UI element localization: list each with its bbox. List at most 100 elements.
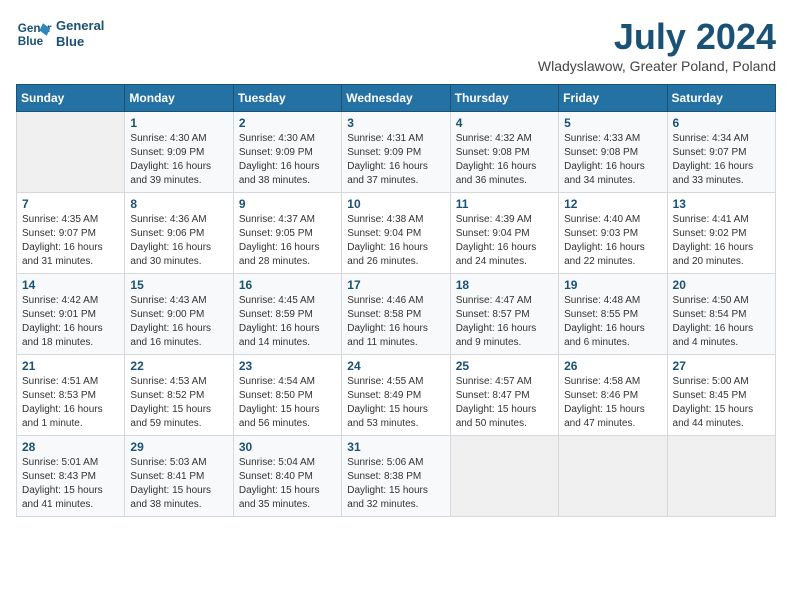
calendar-cell: 17 Sunrise: 4:46 AM Sunset: 8:58 PM Dayli… — [342, 274, 450, 355]
day-info: Sunrise: 4:57 AM Sunset: 8:47 PM Dayligh… — [456, 375, 553, 431]
day-number: 19 — [564, 278, 661, 292]
day-info: Sunrise: 4:43 AM Sunset: 9:00 PM Dayligh… — [130, 294, 227, 350]
day-number: 7 — [22, 197, 119, 211]
day-info: Sunrise: 4:32 AM Sunset: 9:08 PM Dayligh… — [456, 132, 553, 188]
calendar-cell: 29Sunrise: 5:03 AM Sunset: 8:41 PM Dayli… — [125, 436, 233, 517]
calendar-cell: 12Sunrise: 4:40 AM Sunset: 9:03 PM Dayli… — [559, 193, 667, 274]
day-info: Sunrise: 5:04 AM Sunset: 8:40 PM Dayligh… — [239, 456, 336, 512]
day-info: Sunrise: 4:35 AM Sunset: 9:07 PM Dayligh… — [22, 213, 119, 269]
day-number: 25 — [456, 359, 553, 373]
day-info: Sunrise: 4:33 AM Sunset: 9:08 PM Dayligh… — [564, 132, 661, 188]
calendar-cell: 2Sunrise: 4:30 AM Sunset: 9:09 PM Daylig… — [233, 112, 341, 193]
calendar-cell: 20 Sunrise: 4:50 AM Sunset: 8:54 PM Dayli… — [667, 274, 775, 355]
day-info: Sunrise: 4:38 AM Sunset: 9:04 PM Dayligh… — [347, 213, 444, 269]
calendar-cell: 28 Sunrise: 5:01 AM Sunset: 8:43 PM Dayli… — [17, 436, 125, 517]
day-number: 11 — [456, 197, 553, 211]
calendar-cell: 24Sunrise: 4:55 AM Sunset: 8:49 PM Dayli… — [342, 355, 450, 436]
day-info: Sunrise: 5:00 AM Sunset: 8:45 PM Dayligh… — [673, 375, 770, 431]
calendar-cell: 31 Sunrise: 5:06 AM Sunset: 8:38 PM Dayli… — [342, 436, 450, 517]
calendar-cell: 15Sunrise: 4:43 AM Sunset: 9:00 PM Dayli… — [125, 274, 233, 355]
calendar-cell: 22 Sunrise: 4:53 AM Sunset: 8:52 PM Dayli… — [125, 355, 233, 436]
calendar-cell: 19 Sunrise: 4:48 AM Sunset: 8:55 PM Dayli… — [559, 274, 667, 355]
day-number: 29 — [130, 440, 227, 454]
day-info: Sunrise: 4:53 AM Sunset: 8:52 PM Dayligh… — [130, 375, 227, 431]
day-number: 3 — [347, 116, 444, 130]
column-header-saturday: Saturday — [667, 85, 775, 112]
title-area: July 2024 Wladyslawow, Greater Poland, P… — [538, 16, 776, 74]
day-info: Sunrise: 4:47 AM Sunset: 8:57 PM Dayligh… — [456, 294, 553, 350]
day-number: 22 — [130, 359, 227, 373]
day-number: 20 — [673, 278, 770, 292]
calendar-cell: 23 Sunrise: 4:54 AM Sunset: 8:50 PM Dayli… — [233, 355, 341, 436]
calendar-cell: 30 Sunrise: 5:04 AM Sunset: 8:40 PM Dayli… — [233, 436, 341, 517]
column-header-friday: Friday — [559, 85, 667, 112]
column-header-monday: Monday — [125, 85, 233, 112]
day-number: 28 — [22, 440, 119, 454]
day-number: 18 — [456, 278, 553, 292]
calendar-cell: 16 Sunrise: 4:45 AM Sunset: 8:59 PM Dayli… — [233, 274, 341, 355]
logo-text: GeneralBlue — [56, 18, 104, 49]
calendar-week-row: 14 Sunrise: 4:42 AM Sunset: 9:01 PM Dayli… — [17, 274, 776, 355]
day-number: 14 — [22, 278, 119, 292]
day-number: 26 — [564, 359, 661, 373]
column-header-wednesday: Wednesday — [342, 85, 450, 112]
day-number: 16 — [239, 278, 336, 292]
calendar-cell: 26Sunrise: 4:58 AM Sunset: 8:46 PM Dayli… — [559, 355, 667, 436]
day-info: Sunrise: 4:40 AM Sunset: 9:03 PM Dayligh… — [564, 213, 661, 269]
day-number: 17 — [347, 278, 444, 292]
calendar-cell — [17, 112, 125, 193]
day-info: Sunrise: 4:39 AM Sunset: 9:04 PM Dayligh… — [456, 213, 553, 269]
day-number: 13 — [673, 197, 770, 211]
day-info: Sunrise: 4:55 AM Sunset: 8:49 PM Dayligh… — [347, 375, 444, 431]
calendar-week-row: 28 Sunrise: 5:01 AM Sunset: 8:43 PM Dayli… — [17, 436, 776, 517]
calendar-table: SundayMondayTuesdayWednesdayThursdayFrid… — [16, 84, 776, 517]
svg-text:Blue: Blue — [18, 35, 44, 48]
day-info: Sunrise: 4:45 AM Sunset: 8:59 PM Dayligh… — [239, 294, 336, 350]
logo: General Blue GeneralBlue — [16, 16, 104, 52]
day-info: Sunrise: 4:37 AM Sunset: 9:05 PM Dayligh… — [239, 213, 336, 269]
calendar-cell: 1 Sunrise: 4:30 AM Sunset: 9:09 PM Daylig… — [125, 112, 233, 193]
calendar-cell — [450, 436, 558, 517]
day-info: Sunrise: 4:50 AM Sunset: 8:54 PM Dayligh… — [673, 294, 770, 350]
day-info: Sunrise: 4:30 AM Sunset: 9:09 PM Dayligh… — [239, 132, 336, 188]
calendar-cell — [667, 436, 775, 517]
calendar-cell: 8 Sunrise: 4:36 AM Sunset: 9:06 PM Daylig… — [125, 193, 233, 274]
calendar-cell: 3 Sunrise: 4:31 AM Sunset: 9:09 PM Daylig… — [342, 112, 450, 193]
subtitle: Wladyslawow, Greater Poland, Poland — [538, 58, 776, 74]
day-info: Sunrise: 4:30 AM Sunset: 9:09 PM Dayligh… — [130, 132, 227, 188]
day-info: Sunrise: 5:06 AM Sunset: 8:38 PM Dayligh… — [347, 456, 444, 512]
day-number: 30 — [239, 440, 336, 454]
day-info: Sunrise: 5:01 AM Sunset: 8:43 PM Dayligh… — [22, 456, 119, 512]
calendar-cell: 21Sunrise: 4:51 AM Sunset: 8:53 PM Dayli… — [17, 355, 125, 436]
day-number: 5 — [564, 116, 661, 130]
day-info: Sunrise: 4:42 AM Sunset: 9:01 PM Dayligh… — [22, 294, 119, 350]
day-info: Sunrise: 4:48 AM Sunset: 8:55 PM Dayligh… — [564, 294, 661, 350]
calendar-cell: 7 Sunrise: 4:35 AM Sunset: 9:07 PM Daylig… — [17, 193, 125, 274]
calendar-cell: 6Sunrise: 4:34 AM Sunset: 9:07 PM Daylig… — [667, 112, 775, 193]
calendar-cell: 25 Sunrise: 4:57 AM Sunset: 8:47 PM Dayli… — [450, 355, 558, 436]
day-number: 4 — [456, 116, 553, 130]
calendar-week-row: 21Sunrise: 4:51 AM Sunset: 8:53 PM Dayli… — [17, 355, 776, 436]
day-number: 21 — [22, 359, 119, 373]
calendar-cell: 11 Sunrise: 4:39 AM Sunset: 9:04 PM Dayli… — [450, 193, 558, 274]
day-number: 6 — [673, 116, 770, 130]
day-number: 23 — [239, 359, 336, 373]
calendar-week-row: 1 Sunrise: 4:30 AM Sunset: 9:09 PM Daylig… — [17, 112, 776, 193]
calendar-cell — [559, 436, 667, 517]
day-number: 8 — [130, 197, 227, 211]
day-number: 9 — [239, 197, 336, 211]
day-info: Sunrise: 4:46 AM Sunset: 8:58 PM Dayligh… — [347, 294, 444, 350]
day-number: 10 — [347, 197, 444, 211]
day-info: Sunrise: 4:54 AM Sunset: 8:50 PM Dayligh… — [239, 375, 336, 431]
day-number: 31 — [347, 440, 444, 454]
day-info: Sunrise: 4:41 AM Sunset: 9:02 PM Dayligh… — [673, 213, 770, 269]
page-header: General Blue GeneralBlue July 2024 Wlady… — [16, 16, 776, 74]
calendar-week-row: 7 Sunrise: 4:35 AM Sunset: 9:07 PM Daylig… — [17, 193, 776, 274]
day-info: Sunrise: 4:31 AM Sunset: 9:09 PM Dayligh… — [347, 132, 444, 188]
logo-icon: General Blue — [16, 16, 52, 52]
day-info: Sunrise: 4:36 AM Sunset: 9:06 PM Dayligh… — [130, 213, 227, 269]
calendar-cell: 10 Sunrise: 4:38 AM Sunset: 9:04 PM Dayli… — [342, 193, 450, 274]
day-number: 1 — [130, 116, 227, 130]
calendar-cell: 5 Sunrise: 4:33 AM Sunset: 9:08 PM Daylig… — [559, 112, 667, 193]
header-row: SundayMondayTuesdayWednesdayThursdayFrid… — [17, 85, 776, 112]
